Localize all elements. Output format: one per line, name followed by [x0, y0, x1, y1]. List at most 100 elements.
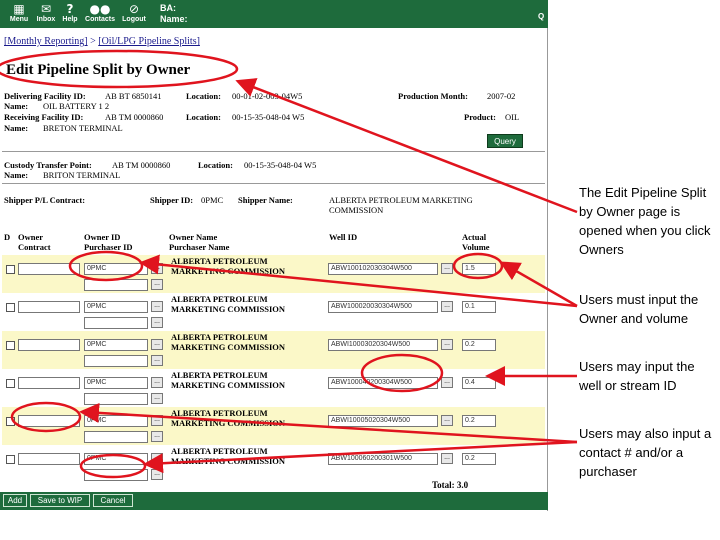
purchaser-lookup-button[interactable]: ...: [151, 393, 163, 404]
well-id-input[interactable]: ABWI10003020304W500: [328, 339, 438, 351]
volume-input[interactable]: 0.1: [462, 301, 496, 313]
menu-button[interactable]: ▦ Menu: [4, 2, 34, 26]
column-owner-id-line2: Purchaser ID: [84, 242, 133, 252]
purchaser-id-input[interactable]: [84, 393, 148, 405]
help-label: Help: [62, 16, 78, 23]
owner-id-input[interactable]: 0PMC: [84, 301, 148, 313]
owner-name-line1: ALBERTA PETROLEUM: [171, 294, 268, 304]
owner-lookup-button[interactable]: ...: [151, 415, 163, 426]
owner-name-line1: ALBERTA PETROLEUM: [171, 256, 268, 266]
column-header-well-id: Well ID: [329, 232, 357, 242]
well-id-input[interactable]: ABWI10005020304W500: [328, 415, 438, 427]
content-frame: [Monthly Reporting] > [Oil/LPG Pipeline …: [0, 28, 548, 511]
breadcrumb-link-monthly-reporting[interactable]: [Monthly Reporting]: [4, 36, 88, 47]
volume-input[interactable]: 1.5: [462, 263, 496, 275]
annotation-well-id: Users may input the well or stream ID: [579, 359, 695, 393]
column-header-volume: Actual Volume: [462, 232, 490, 252]
delivering-location-label: Location:: [186, 91, 221, 101]
owner-lookup-button[interactable]: ...: [151, 301, 163, 312]
purchaser-lookup-button[interactable]: ...: [151, 317, 163, 328]
owner-contract-input[interactable]: [18, 415, 80, 427]
well-lookup-button[interactable]: ...: [441, 453, 453, 464]
delete-checkbox[interactable]: [6, 265, 15, 274]
owner-name-line2: MARKETING COMMISSION: [171, 380, 286, 390]
owner-contract-input[interactable]: [18, 453, 80, 465]
owner-contract-input[interactable]: [18, 301, 80, 313]
column-header-delete: D: [4, 232, 10, 242]
owner-id-input[interactable]: 0PMC: [84, 415, 148, 427]
purchaser-lookup-button[interactable]: ...: [151, 431, 163, 442]
well-id-input[interactable]: ABW100040200304W500: [328, 377, 438, 389]
owner-lookup-button[interactable]: ...: [151, 377, 163, 388]
column-owner-contract-line2: Contract: [18, 242, 51, 252]
question-icon: ?: [66, 2, 74, 16]
well-id-input[interactable]: ABW100102030304W500: [328, 263, 438, 275]
annotation-contact-purchaser: Users may also input a contact # and/or …: [579, 426, 712, 479]
table-row: 0PMC...... ALBERTA PETROLEUM MARKETING COM…: [2, 407, 545, 445]
delete-checkbox[interactable]: [6, 303, 15, 312]
owner-contract-input[interactable]: [18, 377, 80, 389]
delete-checkbox[interactable]: [6, 379, 15, 388]
delivering-name: OIL BATTERY 1 2: [43, 101, 110, 111]
purchaser-id-input[interactable]: [84, 469, 148, 481]
receiving-facility-label: Receiving Facility ID:: [4, 112, 84, 122]
purchaser-lookup-button[interactable]: ...: [151, 469, 163, 480]
save-to-wip-button[interactable]: Save to WIP: [30, 494, 90, 507]
cancel-button[interactable]: Cancel: [93, 494, 133, 507]
purchaser-id-input[interactable]: [84, 431, 148, 443]
volume-input[interactable]: 0.2: [462, 453, 496, 465]
column-well-id-text: Well ID: [329, 232, 358, 242]
custody-name-label: Name:: [4, 170, 29, 180]
owner-id-input[interactable]: 0PMC: [84, 377, 148, 389]
annotation-edit-page: The Edit Pipeline Split by Owner page is…: [579, 185, 711, 257]
well-id-input[interactable]: ABW100060200301W500: [328, 453, 438, 465]
custody-transfer-id: AB TM 0000860: [112, 160, 171, 170]
custody-name: BRITON TERMINAL: [43, 170, 121, 180]
query-button[interactable]: Query: [487, 134, 523, 148]
delete-checkbox[interactable]: [6, 417, 15, 426]
owner-lookup-button[interactable]: ...: [151, 339, 163, 350]
contacts-label: Contacts: [85, 16, 115, 23]
custody-transfer-label: Custody Transfer Point:: [4, 160, 92, 170]
well-lookup-button[interactable]: ...: [441, 415, 453, 426]
volume-input[interactable]: 0.4: [462, 377, 496, 389]
owner-id-input[interactable]: 0PMC: [84, 263, 148, 275]
well-lookup-button[interactable]: ...: [441, 301, 453, 312]
delete-checkbox[interactable]: [6, 455, 15, 464]
corner-label: Q: [538, 12, 545, 21]
logout-button[interactable]: ⊘ Logout: [118, 2, 150, 26]
shipper-id-label: Shipper ID:: [150, 195, 194, 205]
column-owner-contract-line1: Owner: [18, 232, 44, 242]
breadcrumb-separator: >: [87, 36, 99, 47]
well-id-input[interactable]: ABW100020030304W500: [328, 301, 438, 313]
purchaser-id-input[interactable]: [84, 317, 148, 329]
breadcrumb-link-pipeline-splits[interactable]: [Oil/LPG Pipeline Splits]: [98, 36, 200, 47]
well-lookup-button[interactable]: ...: [441, 263, 453, 274]
owner-name: ALBERTA PETROLEUM MARKETING COMMISSION: [171, 370, 311, 390]
well-lookup-button[interactable]: ...: [441, 339, 453, 350]
add-button[interactable]: Add: [3, 494, 27, 507]
owner-lookup-button[interactable]: ...: [151, 263, 163, 274]
prohibited-icon: ⊘: [128, 2, 140, 16]
volume-input[interactable]: 0.2: [462, 339, 496, 351]
well-lookup-button[interactable]: ...: [441, 377, 453, 388]
ba-label: BA:: [160, 3, 176, 13]
delete-checkbox[interactable]: [6, 341, 15, 350]
purchaser-lookup-button[interactable]: ...: [151, 355, 163, 366]
name-label: Name:: [160, 14, 188, 24]
owner-id-input[interactable]: 0PMC: [84, 339, 148, 351]
purchaser-id-input[interactable]: [84, 355, 148, 367]
purchaser-id-input[interactable]: [84, 279, 148, 291]
total-volume: Total: 3.0: [432, 480, 469, 490]
contacts-button[interactable]: ●● Contacts: [83, 2, 117, 26]
column-header-owner-id: Owner ID Purchaser ID: [84, 232, 133, 252]
owner-name: ALBERTA PETROLEUM MARKETING COMMISSION: [171, 294, 311, 314]
purchaser-lookup-button[interactable]: ...: [151, 279, 163, 290]
owner-contract-input[interactable]: [18, 339, 80, 351]
table-row: 0PMC...... ALBERTA PETROLEUM MARKETING COM…: [2, 331, 545, 369]
volume-input[interactable]: 0.2: [462, 415, 496, 427]
help-button[interactable]: ? Help: [55, 2, 85, 26]
owner-id-input[interactable]: 0PMC: [84, 453, 148, 465]
owner-contract-input[interactable]: [18, 263, 80, 275]
owner-lookup-button[interactable]: ...: [151, 453, 163, 464]
